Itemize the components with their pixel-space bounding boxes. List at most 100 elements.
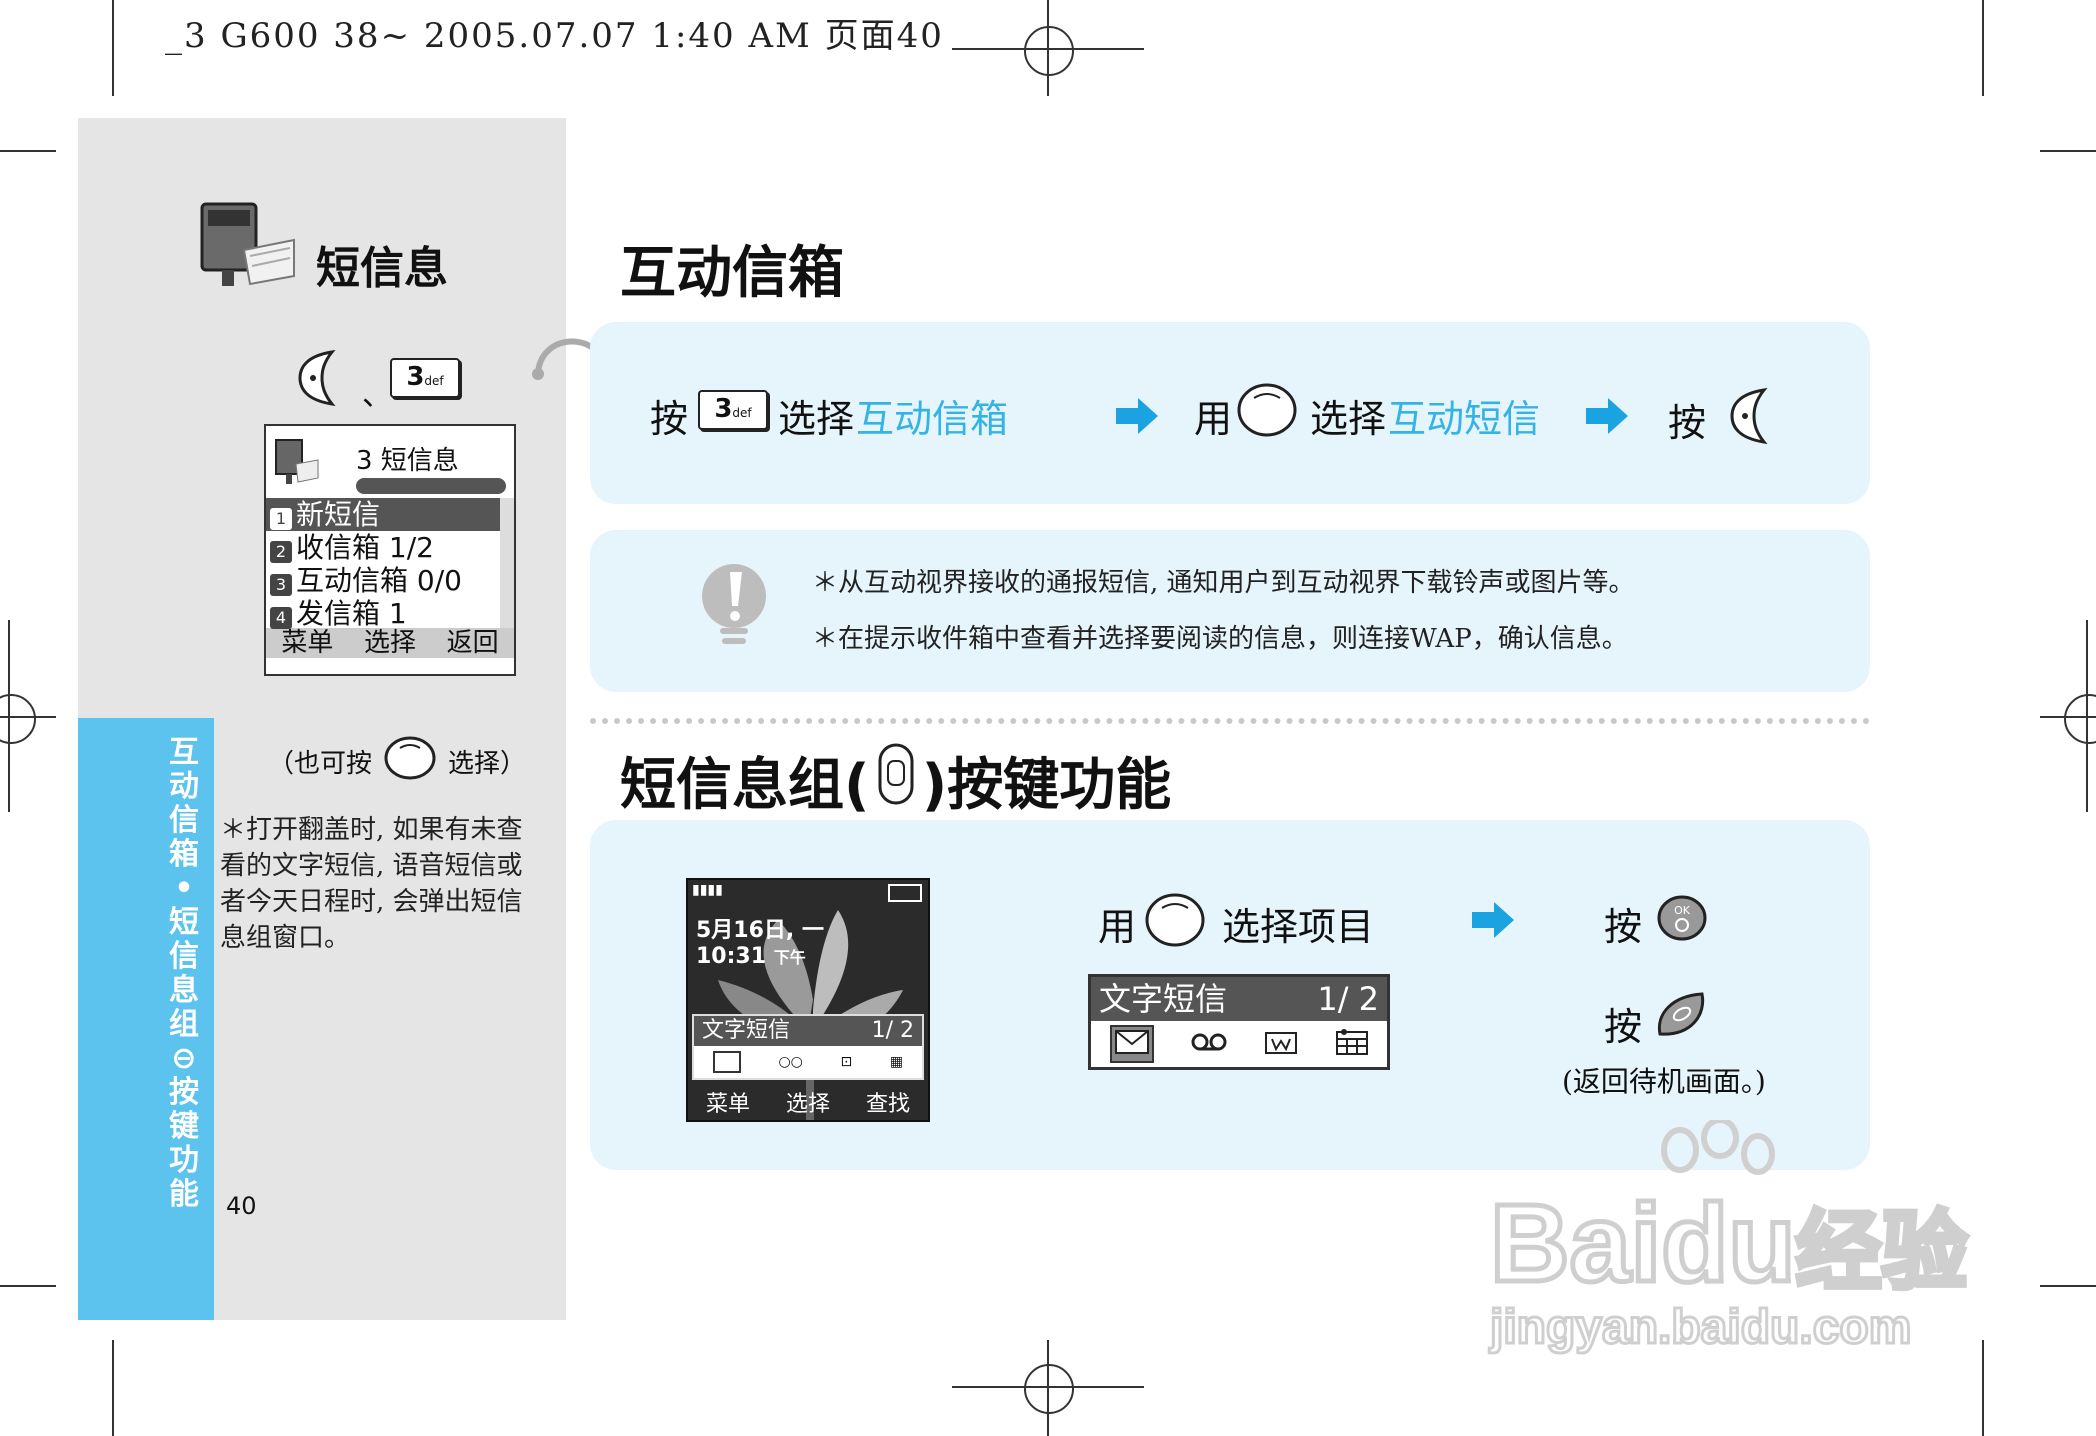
crop-mark: [2040, 1285, 2096, 1287]
voice-message-icon: [1191, 1032, 1227, 1056]
arrow-right-icon: [1584, 396, 1630, 436]
softkey-label[interactable]: 查找: [866, 1090, 910, 1120]
left-softkey-icon: [1728, 387, 1770, 448]
note-1: ＊从互动视界接收的通报短信, 通知用户到互动视界下载铃声或图片等。: [812, 568, 1635, 598]
menu-item[interactable]: 2 收信箱 1/2: [266, 531, 500, 564]
battery-icon: [888, 884, 922, 902]
menu-softkeys: 菜单 选择 返回: [266, 628, 514, 658]
menu-item-label: 互动信箱 0/0: [296, 564, 462, 597]
step3-press: 按: [1668, 401, 1707, 445]
svg-text:OK: OK: [1674, 904, 1691, 917]
menu-item-label: 发信箱 1: [296, 597, 407, 630]
vertical-label-char: 按: [169, 1075, 199, 1110]
section1-title: 互动信箱: [620, 241, 844, 306]
menu-item[interactable]: 1 新短信: [266, 498, 500, 531]
text-message-icon: [712, 1051, 741, 1073]
tip-bulb-icon: [696, 560, 772, 656]
vertical-label-char: 互: [169, 735, 199, 770]
vertical-label-char: 息: [169, 973, 199, 1008]
use-label: 用: [1098, 905, 1137, 949]
softkey-label[interactable]: 菜单: [706, 1090, 750, 1120]
crop-mark: [112, 0, 114, 96]
step2-select: 选择: [1310, 397, 1387, 441]
standby-popup-label: 文字短信: [702, 1018, 791, 1043]
menu-item-number: 2: [270, 541, 292, 563]
menu-item[interactable]: 4 发信箱 1: [266, 597, 500, 630]
watermark-brand: Bai: [1487, 1180, 1663, 1308]
ok-key-icon: OK: [1656, 894, 1708, 946]
wap-message-icon: [1264, 1029, 1298, 1059]
key-3-icon: 3def: [390, 358, 460, 398]
step2-target: 互动短信: [1388, 397, 1541, 441]
softkey-label[interactable]: 选择: [786, 1090, 830, 1120]
dotted-divider: [590, 718, 1870, 724]
page-number: 40: [226, 1192, 257, 1220]
return-note: (返回待机画面。): [1562, 1065, 1766, 1098]
watermark-brand2: du: [1659, 1180, 1798, 1308]
watermark-url: jingyan.baidu.com: [1488, 1300, 1912, 1356]
popup-label: 文字短信: [1099, 980, 1228, 1018]
press-ok-label: 按: [1604, 905, 1643, 949]
voice-message-icon: ○○: [778, 1054, 803, 1070]
section2-title: 短信息组( )按键功能: [620, 740, 1171, 821]
step1-select: 选择: [778, 397, 855, 441]
vertical-label-char: 箱: [169, 837, 199, 872]
side-key-icon: [876, 743, 916, 819]
nav-key-icon: [1144, 892, 1206, 952]
section2-title-before: 短信息组(: [620, 753, 870, 818]
vertical-label-char: 组: [169, 1007, 199, 1042]
vertical-section-label: 互动信箱 • 短信息组 ⊖ 按键功能: [160, 736, 208, 1212]
vertical-label-char: 信: [169, 939, 199, 974]
phone-standby-screen: ▮▮▮▮ 5月16日, 一 10:31 下午 文字短信 1/ 2 ○○ ⊡ ▦ …: [686, 878, 930, 1122]
menu-item-number: 4: [270, 607, 292, 629]
sidebar-title: 短信息: [316, 243, 448, 294]
popup-count: 1/ 2: [1317, 980, 1379, 1018]
vertical-label-char: 信: [169, 803, 199, 838]
also-press-after: 选择）: [448, 749, 527, 779]
registration-mark: [1024, 1364, 1074, 1414]
softkey-label[interactable]: 选择: [364, 628, 416, 658]
crop-mark: [2040, 150, 2096, 152]
mailbox-mini-icon: [274, 438, 320, 486]
left-softkey-icon: [296, 349, 338, 410]
standby-date: 5月16日, 一: [696, 918, 824, 943]
key-separator: 、: [362, 378, 392, 413]
section2-title-after: )按键功能: [921, 753, 1172, 818]
arrow-right-icon: [1470, 900, 1516, 940]
vertical-label-char: 动: [169, 769, 199, 804]
also-press-note: （也可按 选择）: [268, 736, 526, 787]
vertical-label-char: 键: [169, 1109, 199, 1144]
vertical-label-char: 能: [169, 1177, 199, 1212]
end-key-icon: [1654, 990, 1708, 1046]
softkey-label[interactable]: 菜单: [281, 628, 333, 658]
step1-press: 按: [650, 397, 689, 441]
vertical-label-char: •: [174, 871, 194, 906]
print-header: _3 G600 38~ 2005.07.07 1:40 AM 页面40: [165, 16, 944, 56]
key-3-icon: 3def: [698, 390, 768, 430]
crop-mark: [1982, 1340, 1984, 1436]
press-end-label: 按: [1604, 1005, 1643, 1049]
step1-target: 互动信箱: [856, 397, 1009, 441]
menu-header-title: 3 短信息: [356, 446, 459, 476]
registration-mark: [1024, 26, 1074, 76]
message-group-popup: 文字短信 1/ 2: [1088, 974, 1390, 1070]
menu-item-number: 1: [270, 508, 292, 530]
standby-softkeys: 菜单 选择 查找: [688, 1090, 928, 1120]
step2-use: 用: [1194, 397, 1233, 441]
menu-item-label: 新短信: [296, 498, 381, 531]
vertical-label-char: ⊖: [171, 1041, 197, 1076]
standby-ampm: 下午: [773, 948, 806, 967]
crop-mark: [112, 1340, 114, 1436]
registration-mark: [2064, 694, 2096, 744]
arrow-right-icon: [1114, 396, 1160, 436]
menu-pager: [356, 478, 506, 494]
menu-item-number: 3: [270, 574, 292, 596]
softkey-label[interactable]: 返回: [447, 628, 499, 658]
nav-key-icon: [1236, 382, 1298, 442]
menu-item[interactable]: 3 互动信箱 0/0: [266, 564, 500, 597]
vertical-label-char: 功: [169, 1143, 199, 1178]
menu-item-label: 收信箱 1/2: [296, 531, 434, 564]
notes-panel: [590, 530, 1870, 692]
wap-message-icon: ⊡: [840, 1054, 853, 1070]
registration-mark: [0, 694, 36, 744]
